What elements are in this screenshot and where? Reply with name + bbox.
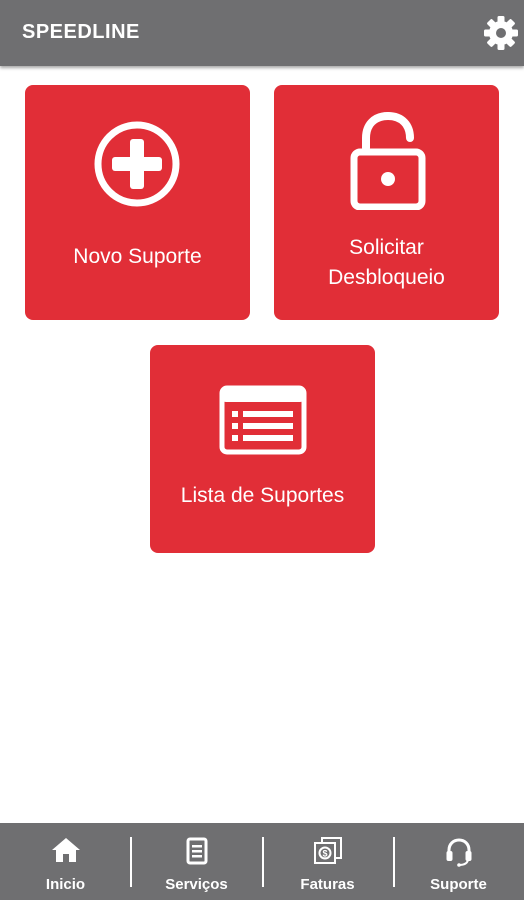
unlocked-padlock-icon xyxy=(350,112,426,210)
home-icon xyxy=(51,838,80,862)
novo-suporte-tile[interactable]: Novo Suporte xyxy=(25,85,250,320)
solicitar-desbloqueio-tile[interactable]: Solicitar Desbloqueio xyxy=(274,85,499,320)
document-icon xyxy=(186,837,207,865)
solicitar-desbloqueio-label: Solicitar Desbloqueio xyxy=(328,236,445,289)
nav-inicio-label: Inicio xyxy=(45,876,86,893)
svg-text:$: $ xyxy=(322,849,327,859)
gear-icon xyxy=(484,16,518,50)
bottom-navigation: Inicio Serviços $ Faturas Suporte xyxy=(0,823,524,900)
money-icon: $ xyxy=(313,837,342,864)
top-app-bar: SPEEDLINE xyxy=(0,0,524,66)
nav-servicos[interactable]: Serviços xyxy=(131,823,262,900)
nav-faturas[interactable]: $ Faturas xyxy=(262,823,393,900)
lista-de-suportes-tile[interactable]: Lista de Suportes xyxy=(150,345,375,553)
nav-suporte-label: Suporte xyxy=(430,876,487,893)
nav-faturas-label: Faturas xyxy=(300,876,355,893)
list-icon xyxy=(219,385,307,455)
headset-icon xyxy=(446,838,471,867)
plus-circle-icon xyxy=(94,121,180,207)
novo-suporte-label: Novo Suporte xyxy=(73,245,202,268)
nav-inicio[interactable]: Inicio xyxy=(0,823,131,900)
app-title: SPEEDLINE xyxy=(22,21,140,43)
lista-de-suportes-label: Lista de Suportes xyxy=(180,484,345,507)
nav-suporte[interactable]: Suporte xyxy=(393,823,524,900)
nav-servicos-label: Serviços xyxy=(165,876,228,893)
settings-button[interactable] xyxy=(482,14,520,52)
